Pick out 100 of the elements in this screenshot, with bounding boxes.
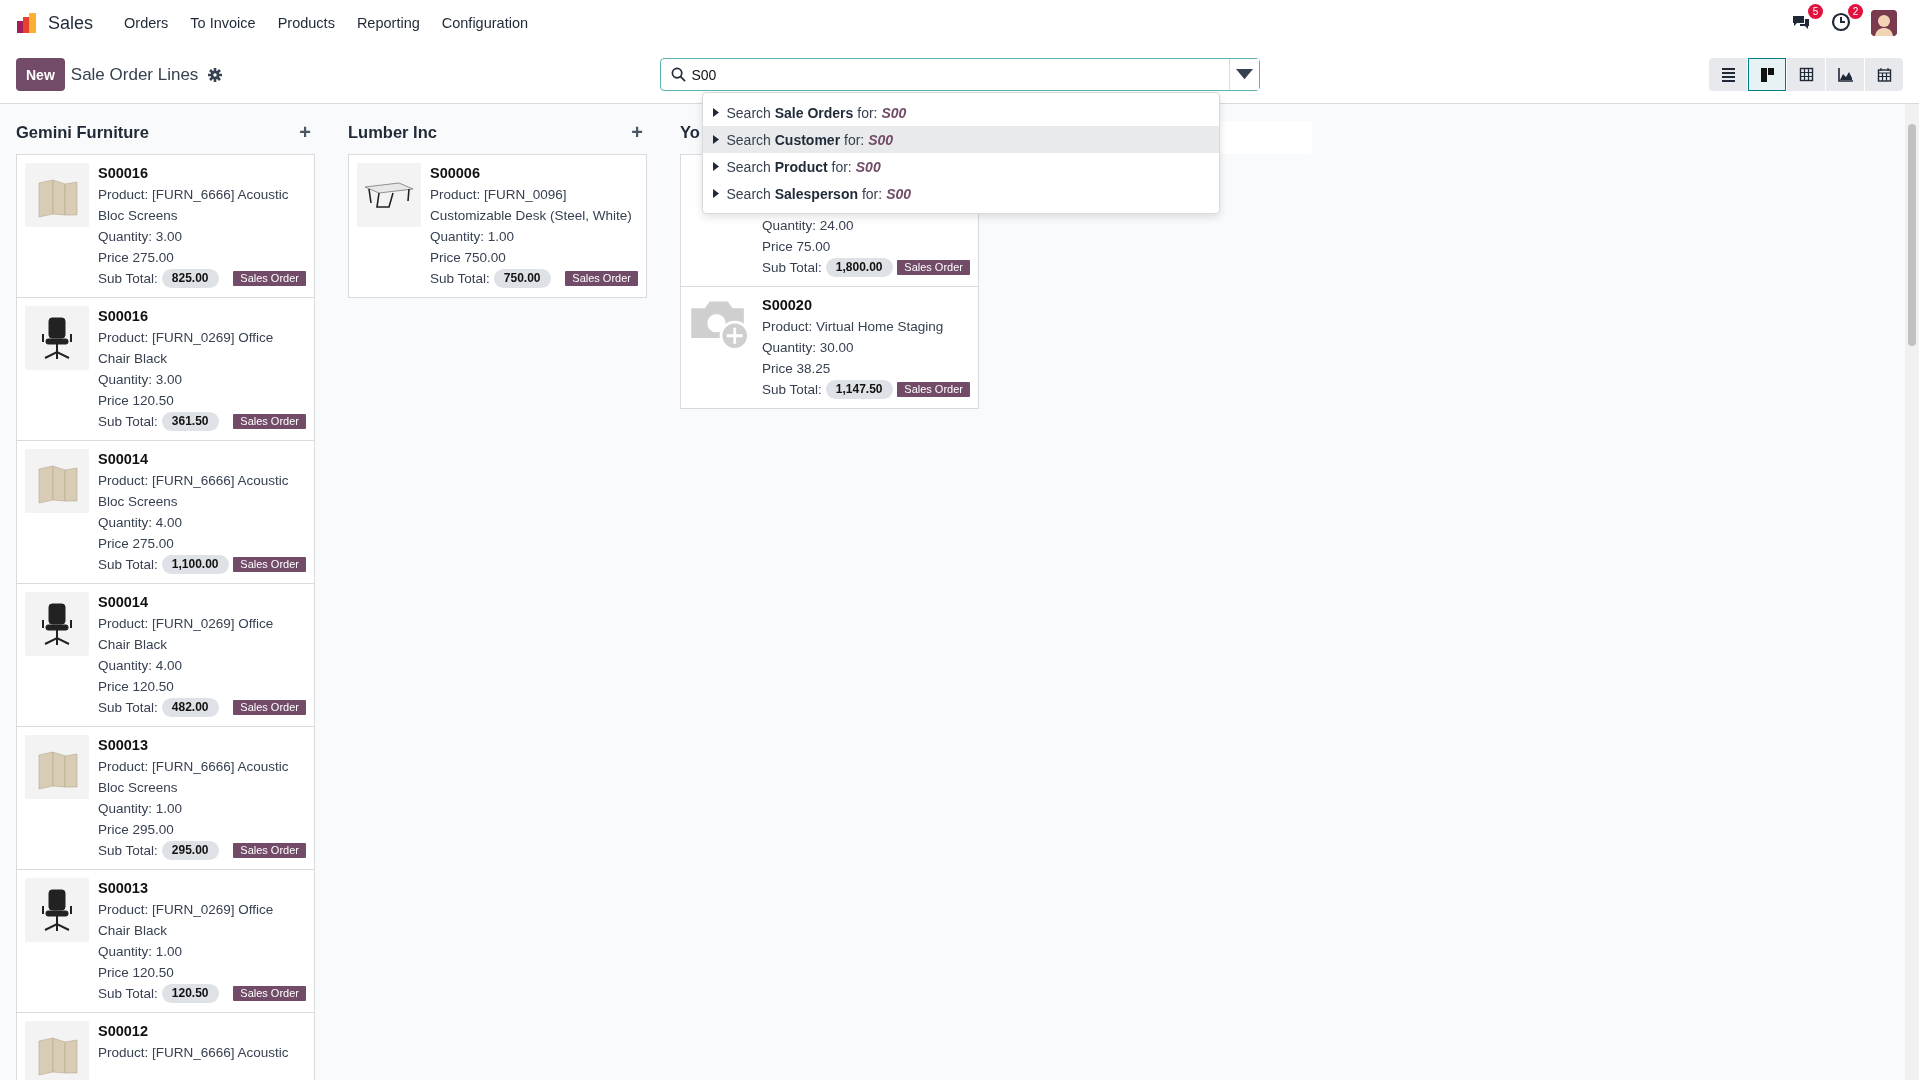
pivot-view-icon [1798, 67, 1814, 82]
product-text: Product: [FURN_0096] Customizable Desk (Steel, White) [430, 186, 633, 225]
order-reference: S00014 [98, 593, 149, 612]
order-tag: Sales Order [233, 986, 306, 1001]
menu-item[interactable]: Orders [113, 15, 180, 31]
dropdown-toggle[interactable] [1228, 59, 1259, 90]
record-card[interactable]: S00013 Product: [FURN_6666] Acoustic Bloc Screens Quantity: 1.00 Price 295.00 Sub Total: 295.00 Sales Order [16, 726, 315, 870]
order-reference: S00016 [98, 307, 149, 326]
quantity-text: Quantity: 1.00 [98, 800, 184, 818]
record-card[interactable]: S00006 Product: [FURN_0096] Customizable Desk (Steel, White) Quantity: 1.00 Price 750.00 Sub Total: 750.00 Sales Order [348, 154, 647, 298]
add-card-button[interactable]: + [299, 120, 311, 144]
gear-icon [208, 67, 223, 82]
app-name[interactable]: Sales [48, 12, 94, 34]
menu-item[interactable]: Configuration [430, 15, 539, 31]
product-text: Product: Virtual Home Staging [762, 318, 945, 336]
notification-badge: 5 [1808, 4, 1823, 19]
quantity-text: Quantity: 4.00 [98, 514, 184, 532]
price-text: Price 120.50 [98, 392, 175, 410]
graph-view-icon [1837, 67, 1853, 82]
product-text: Product: [FURN_0269] Office Chair Black [98, 901, 275, 940]
suggestion-item[interactable]: Search Sale Orders for: S00 [702, 99, 1219, 126]
subtotal-label: Sub Total: [98, 985, 158, 1003]
app-logo-icon [16, 12, 38, 34]
menu-item[interactable]: Products [266, 15, 346, 31]
price-text: Price 275.00 [98, 535, 175, 553]
order-reference: S00012 [98, 1022, 149, 1041]
kanban-view-icon [1759, 67, 1775, 82]
search-field[interactable]: S00 [659, 58, 1260, 91]
quantity-text: Quantity: 3.00 [98, 371, 184, 389]
product-text: Product: [FURN_6666] Acoustic Bloc Screens [98, 186, 290, 225]
subtotal-badge: 1,100.00 [161, 555, 229, 574]
price-text: Price 75.00 [762, 238, 832, 256]
scrollbar[interactable] [1905, 104, 1919, 1080]
add-card-button[interactable]: + [631, 120, 643, 144]
order-tag: Sales Order [233, 414, 306, 429]
record-card[interactable]: S00016 Product: [FURN_0269] Office Chair Black Quantity: 3.00 Price 120.50 Sub Total: 361.50 Sales Order [16, 297, 315, 441]
order-reference: S00006 [430, 164, 481, 183]
subtotal-badge: 295.00 [161, 841, 219, 860]
subtotal-badge: 750.00 [493, 269, 551, 288]
record-card[interactable]: S00014 Product: [FURN_6666] Acoustic Bloc Screens Quantity: 4.00 Price 275.00 Sub Total: 1,100.00 Sales Order [16, 440, 315, 584]
subtotal-label: Sub Total: [98, 270, 158, 288]
subtotal-badge: 482.00 [161, 698, 219, 717]
column-title: Yo [680, 122, 700, 142]
search-icon [670, 67, 686, 82]
subtotal-badge: 361.50 [161, 412, 219, 431]
subtotal-label: Sub Total: [762, 381, 822, 399]
record-card[interactable]: S00013 Product: [FURN_0269] Office Chair Black Quantity: 1.00 Price 120.50 Sub Total: 120.50 Sales Order [16, 869, 315, 1013]
quantity-text: Quantity: 1.00 [98, 943, 184, 961]
view-pivot-button[interactable] [1787, 58, 1825, 91]
subtotal-label: Sub Total: [98, 699, 158, 717]
price-text: Price 120.50 [98, 964, 175, 982]
view-kanban-button[interactable] [1748, 58, 1786, 91]
menu-item[interactable]: Reporting [345, 15, 431, 31]
view-graph-button[interactable] [1826, 58, 1864, 91]
order-reference: S00014 [98, 450, 149, 469]
record-card[interactable]: S00016 Product: [FURN_6666] Acoustic Bloc Screens Quantity: 3.00 Price 275.00 Sub Total: 825.00 Sales Order [16, 154, 315, 298]
subtotal-badge: 1,800.00 [825, 258, 893, 277]
order-tag: Sales Order [897, 382, 970, 397]
quantity-text: Quantity: 24.00 [762, 217, 855, 235]
record-card[interactable]: S00014 Product: [FURN_0269] Office Chair Black Quantity: 4.00 Price 120.50 Sub Total: 482.00 Sales Order [16, 583, 315, 727]
order-reference: S00013 [98, 879, 149, 898]
scrollbar-thumb[interactable] [1908, 124, 1916, 346]
product-text: Product: [FURN_6666] Acoustic Bloc Screens [98, 758, 290, 797]
column-title: Gemini Furniture [16, 122, 149, 142]
menu-item[interactable]: To Invoice [179, 15, 267, 31]
price-text: Price 295.00 [98, 821, 175, 839]
notification-badge: 2 [1848, 4, 1863, 19]
caret-right-icon [712, 135, 719, 144]
caret-right-icon [712, 108, 719, 117]
quantity-text: Quantity: 1.00 [430, 228, 516, 246]
order-tag: Sales Order [565, 271, 638, 286]
subtotal-label: Sub Total: [98, 842, 158, 860]
caret-right-icon [712, 162, 719, 171]
price-text: Price 275.00 [98, 249, 175, 267]
order-reference: S00013 [98, 736, 149, 755]
subtotal-label: Sub Total: [430, 270, 490, 288]
calendar-view-icon [1876, 67, 1892, 82]
price-text: Price 120.50 [98, 678, 175, 696]
quantity-text: Quantity: 3.00 [98, 228, 184, 246]
product-text: Product: [FURN_6666] Acoustic Bloc Screens [98, 472, 290, 511]
order-tag: Sales Order [233, 843, 306, 858]
order-tag: Sales Order [233, 700, 306, 715]
avatar-icon [1871, 10, 1897, 36]
page-title: Sale Order Lines [70, 64, 199, 85]
suggestion-item[interactable]: Search Customer for: S00 [702, 126, 1219, 153]
order-reference: S00020 [762, 296, 813, 315]
order-tag: Sales Order [233, 271, 306, 286]
subtotal-label: Sub Total: [762, 259, 822, 277]
view-calendar-button[interactable] [1865, 58, 1903, 91]
caret-icon [1235, 69, 1253, 80]
subtotal-label: Sub Total: [98, 413, 158, 431]
view-list-button[interactable] [1709, 58, 1747, 91]
quantity-text: Quantity: 30.00 [762, 339, 855, 357]
product-text: Product: [FURN_0269] Office Chair Black [98, 615, 275, 654]
record-card[interactable]: S00012 Product: [FURN_6666] Acoustic [16, 1012, 315, 1080]
new-button[interactable]: New [16, 58, 65, 91]
order-tag: Sales Order [233, 557, 306, 572]
subtotal-label: Sub Total: [98, 556, 158, 574]
record-card[interactable]: S00020 Product: Virtual Home Staging Quantity: 30.00 Price 38.25 Sub Total: 1,147.50 Sales Order [680, 286, 979, 409]
order-reference: S00016 [98, 164, 149, 183]
